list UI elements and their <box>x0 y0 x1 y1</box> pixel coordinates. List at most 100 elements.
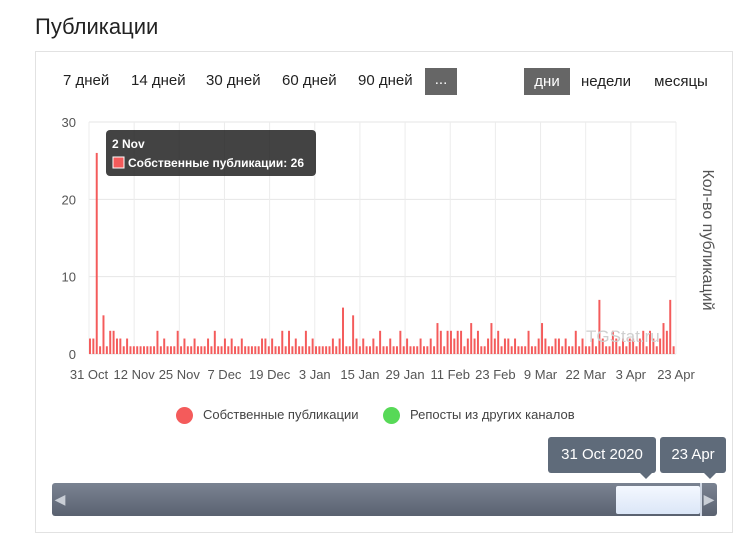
bar[interactable] <box>325 346 328 354</box>
bar[interactable] <box>298 346 301 354</box>
bar[interactable] <box>352 315 355 354</box>
bar[interactable] <box>588 346 591 354</box>
bar[interactable] <box>274 346 277 354</box>
bar[interactable] <box>308 346 311 354</box>
bar[interactable] <box>460 330 463 354</box>
bar[interactable] <box>153 346 156 354</box>
bar[interactable] <box>493 338 496 354</box>
bar[interactable] <box>595 346 597 354</box>
bar[interactable] <box>497 330 500 354</box>
bar[interactable] <box>95 152 98 354</box>
bar[interactable] <box>180 346 183 354</box>
bar[interactable] <box>102 315 105 354</box>
bar[interactable] <box>578 346 581 354</box>
bar[interactable] <box>247 346 250 354</box>
bar[interactable] <box>186 346 189 354</box>
bar[interactable] <box>315 346 317 354</box>
bar[interactable] <box>328 346 331 354</box>
bar[interactable] <box>362 338 365 354</box>
bar[interactable] <box>190 346 193 354</box>
bar[interactable] <box>250 346 253 354</box>
bar[interactable] <box>665 330 668 354</box>
bar[interactable] <box>379 330 382 354</box>
bar[interactable] <box>240 338 243 354</box>
bar[interactable] <box>203 346 206 354</box>
bar[interactable] <box>132 346 135 354</box>
bar[interactable] <box>223 338 226 354</box>
bar[interactable] <box>92 338 95 354</box>
bar[interactable] <box>439 330 442 354</box>
bar[interactable] <box>449 330 452 354</box>
bar[interactable] <box>331 338 334 354</box>
bar[interactable] <box>530 346 533 354</box>
bar[interactable] <box>605 346 608 354</box>
bar[interactable] <box>446 330 449 354</box>
bar[interactable] <box>389 338 392 354</box>
bar[interactable] <box>89 338 91 354</box>
bar[interactable] <box>213 330 216 354</box>
bar[interactable] <box>115 338 118 354</box>
bar[interactable] <box>237 346 240 354</box>
bar[interactable] <box>453 338 456 354</box>
bar[interactable] <box>281 330 284 354</box>
bar[interactable] <box>196 346 199 354</box>
bar[interactable] <box>365 346 368 354</box>
bar[interactable] <box>669 299 672 354</box>
bar[interactable] <box>429 338 432 354</box>
bar[interactable] <box>554 338 557 354</box>
bar[interactable] <box>581 338 584 354</box>
bar[interactable] <box>227 346 230 354</box>
bar[interactable] <box>264 338 267 354</box>
bar[interactable] <box>608 346 611 354</box>
bar[interactable] <box>514 338 517 354</box>
bar[interactable] <box>163 338 166 354</box>
bar[interactable] <box>500 346 503 354</box>
bar[interactable] <box>230 338 233 354</box>
bar[interactable] <box>672 346 675 354</box>
bar[interactable] <box>358 346 361 354</box>
bar[interactable] <box>436 323 439 354</box>
bar[interactable] <box>311 338 314 354</box>
bar[interactable] <box>473 338 476 354</box>
bar[interactable] <box>422 346 425 354</box>
bar[interactable] <box>618 346 621 354</box>
bar[interactable] <box>176 330 179 354</box>
bar[interactable] <box>136 346 139 354</box>
bar[interactable] <box>271 338 274 354</box>
bar[interactable] <box>490 323 493 354</box>
bar[interactable] <box>510 346 513 354</box>
bar[interactable] <box>193 338 196 354</box>
bar[interactable] <box>537 338 540 354</box>
bar[interactable] <box>662 323 665 354</box>
bar[interactable] <box>122 346 125 354</box>
bar[interactable] <box>395 346 398 354</box>
navigator-right-arrow-icon[interactable]: ▶ <box>701 483 717 516</box>
bar[interactable] <box>476 330 479 354</box>
bar[interactable] <box>466 338 469 354</box>
bar[interactable] <box>625 346 628 354</box>
bar[interactable] <box>173 346 176 354</box>
bar[interactable] <box>210 346 213 354</box>
bar[interactable] <box>169 346 172 354</box>
bar[interactable] <box>294 338 297 354</box>
bar[interactable] <box>375 346 378 354</box>
bar[interactable] <box>547 346 550 354</box>
bar[interactable] <box>507 338 510 354</box>
bar[interactable] <box>183 338 186 354</box>
bar[interactable] <box>655 346 658 354</box>
bar[interactable] <box>382 346 385 354</box>
bar[interactable] <box>277 346 280 354</box>
bar[interactable] <box>517 346 520 354</box>
bar[interactable] <box>574 330 577 354</box>
bar[interactable] <box>416 346 419 354</box>
bar[interactable] <box>392 346 395 354</box>
legend-own-publications[interactable]: Собственные публикации <box>176 405 358 425</box>
bar[interactable] <box>159 346 162 354</box>
bar[interactable] <box>119 338 122 354</box>
bar[interactable] <box>105 346 108 354</box>
bar[interactable] <box>126 338 129 354</box>
bar[interactable] <box>345 346 348 354</box>
bar[interactable] <box>288 330 291 354</box>
bar[interactable] <box>318 346 321 354</box>
bar[interactable] <box>146 346 149 354</box>
